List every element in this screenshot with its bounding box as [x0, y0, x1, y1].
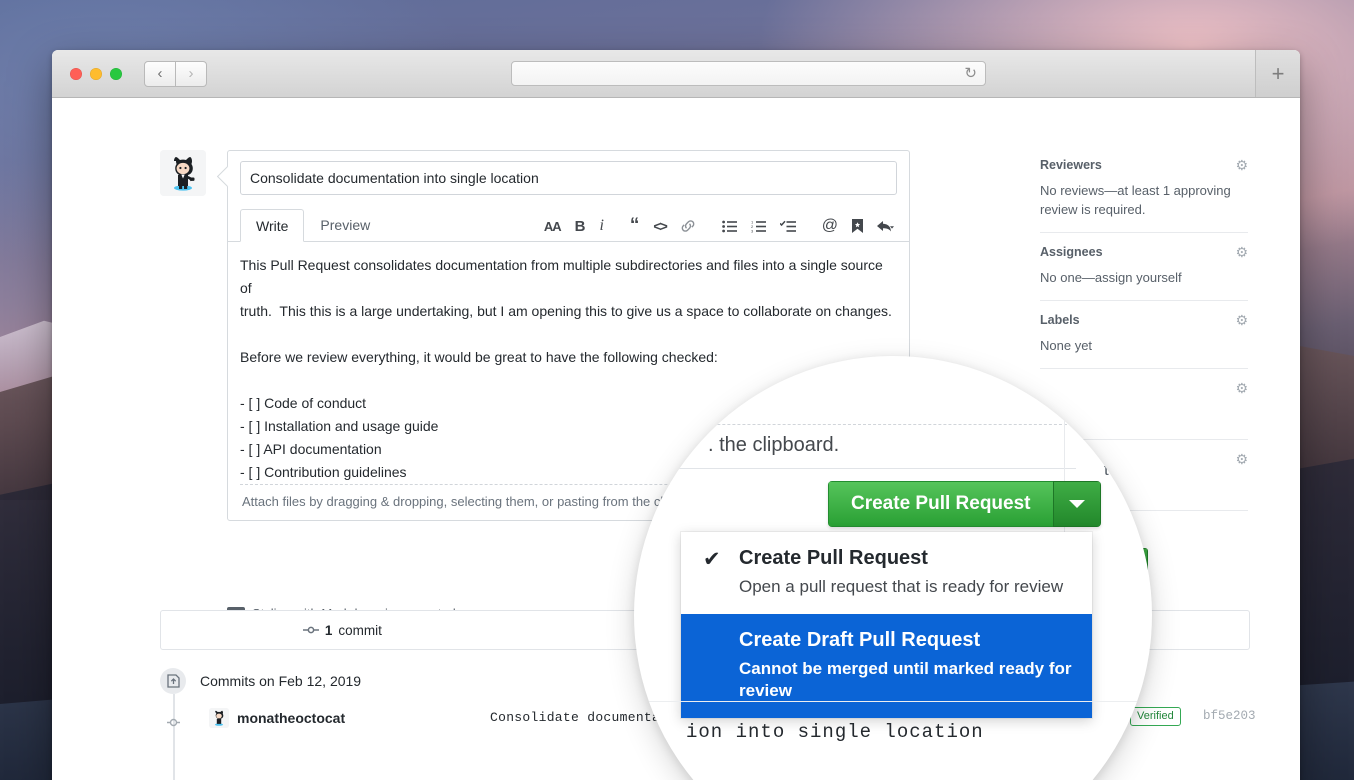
navigation-buttons: ‹ ›: [144, 61, 207, 87]
gear-icon[interactable]: ⚙: [1235, 158, 1248, 172]
gear-icon[interactable]: ⚙: [1235, 245, 1248, 259]
close-window-button[interactable]: [70, 68, 82, 80]
forward-icon[interactable]: ›: [176, 61, 207, 87]
link-icon[interactable]: [680, 220, 696, 232]
reload-icon[interactable]: ↻: [964, 66, 977, 81]
new-tab-button[interactable]: +: [1255, 50, 1300, 97]
commits-count: 1: [325, 623, 333, 638]
markdown-toolbar: AA B i “ <>: [544, 218, 895, 234]
sidebar-section-reviewers: Reviewers ⚙ No reviews—at least 1 approv…: [1040, 150, 1248, 233]
assignees-title: Assignees: [1040, 245, 1103, 259]
magnified-dashed-divider: [652, 424, 1072, 425]
magnified-row-divider: [634, 701, 1152, 702]
menu-item-description: Open a pull request that is ready for re…: [739, 576, 1074, 598]
magnified-dropdown-caret[interactable]: [1053, 481, 1101, 527]
menu-item-title: Create Pull Request: [739, 546, 1074, 570]
labels-title: Labels: [1040, 313, 1080, 327]
magnified-commit-message: ion into single location: [686, 721, 984, 743]
menu-item-create-draft-pull-request[interactable]: Create Draft Pull Request Cannot be merg…: [681, 614, 1092, 718]
reply-icon[interactable]: [877, 220, 895, 233]
minimize-window-button[interactable]: [90, 68, 102, 80]
back-icon[interactable]: ‹: [144, 61, 176, 87]
browser-titlebar: ‹ › ↻ +: [52, 50, 1300, 98]
magnified-create-pr-label[interactable]: Create Pull Request: [828, 481, 1053, 527]
code-icon[interactable]: <>: [653, 219, 665, 233]
saved-reply-icon[interactable]: [852, 219, 863, 233]
address-bar[interactable]: ↻: [511, 61, 986, 86]
italic-icon[interactable]: i: [599, 218, 603, 234]
browser-window: ‹ › ↻ +: [52, 50, 1300, 780]
commits-label: commit: [338, 623, 382, 638]
create-pr-dropdown-menu: ✔ Create Pull Request Open a pull reques…: [681, 532, 1092, 718]
gear-icon[interactable]: ⚙: [1235, 313, 1248, 327]
heading-icon[interactable]: AA: [544, 220, 561, 233]
page-content: Consolidate documentation into single lo…: [52, 98, 1300, 780]
assignees-empty-text: No one—assign yourself: [1040, 268, 1248, 287]
magnified-labels-text: bels: [1082, 408, 1116, 428]
commit-author-avatar: [209, 708, 229, 728]
avatar: [160, 150, 206, 196]
repo-push-icon: [160, 668, 186, 694]
commit-icon: [303, 624, 319, 636]
sidebar-section-header: Assignees ⚙: [1040, 245, 1248, 259]
window-controls: [52, 68, 122, 80]
commit-author-name[interactable]: monatheoctocat: [237, 710, 345, 726]
tab-preview[interactable]: Preview: [304, 208, 386, 241]
quote-icon[interactable]: “: [630, 221, 640, 231]
screen: ‹ › ↻ +: [0, 0, 1354, 780]
menu-item-description: Cannot be merged until marked ready for …: [739, 658, 1074, 702]
stat-commits[interactable]: 1 commit: [161, 611, 524, 649]
tab-write[interactable]: Write: [240, 209, 304, 242]
sidebar-section-header: Reviewers ⚙: [1040, 158, 1248, 172]
numbered-list-icon[interactable]: 1 2 3: [751, 220, 766, 233]
bold-icon[interactable]: B: [575, 219, 586, 234]
sidebar-section-header: Labels ⚙: [1040, 313, 1248, 327]
magnified-attach-hint: . the clipboard.: [708, 434, 839, 457]
maximize-window-button[interactable]: [110, 68, 122, 80]
commit-node-icon: [167, 716, 180, 729]
bulleted-list-icon[interactable]: [722, 220, 737, 233]
task-list-icon[interactable]: [780, 220, 796, 233]
magnified-plus-text: t: [1104, 460, 1109, 480]
pr-title-input[interactable]: Consolidate documentation into single lo…: [240, 161, 897, 195]
magnifier-overlay: . the clipboard. bels t Create Pull Requ…: [634, 356, 1152, 780]
gear-icon[interactable]: ⚙: [1235, 452, 1248, 466]
magnified-divider: [656, 468, 1076, 469]
menu-item-create-pull-request[interactable]: ✔ Create Pull Request Open a pull reques…: [681, 532, 1092, 614]
reviewers-empty-text: No reviews—at least 1 approving review i…: [1040, 181, 1248, 219]
magnifier-content: . the clipboard. bels t Create Pull Requ…: [634, 356, 1152, 780]
magnified-create-pull-request-button[interactable]: Create Pull Request: [828, 481, 1101, 527]
menu-item-title: Create Draft Pull Request: [739, 628, 1074, 652]
mention-icon[interactable]: @: [822, 218, 838, 234]
check-icon: ✔: [703, 547, 721, 572]
commits-date-label: Commits on Feb 12, 2019: [200, 673, 361, 689]
labels-empty-text: None yet: [1040, 336, 1248, 355]
reviewers-title: Reviewers: [1040, 158, 1102, 172]
gear-icon[interactable]: ⚙: [1235, 381, 1248, 395]
sidebar-section-assignees: Assignees ⚙ No one—assign yourself: [1040, 233, 1248, 301]
editor-tabs: Write Preview AA B i “ <>: [228, 207, 909, 242]
commit-sha[interactable]: bf5e203: [1203, 709, 1256, 723]
svg-text:3: 3: [751, 228, 754, 232]
